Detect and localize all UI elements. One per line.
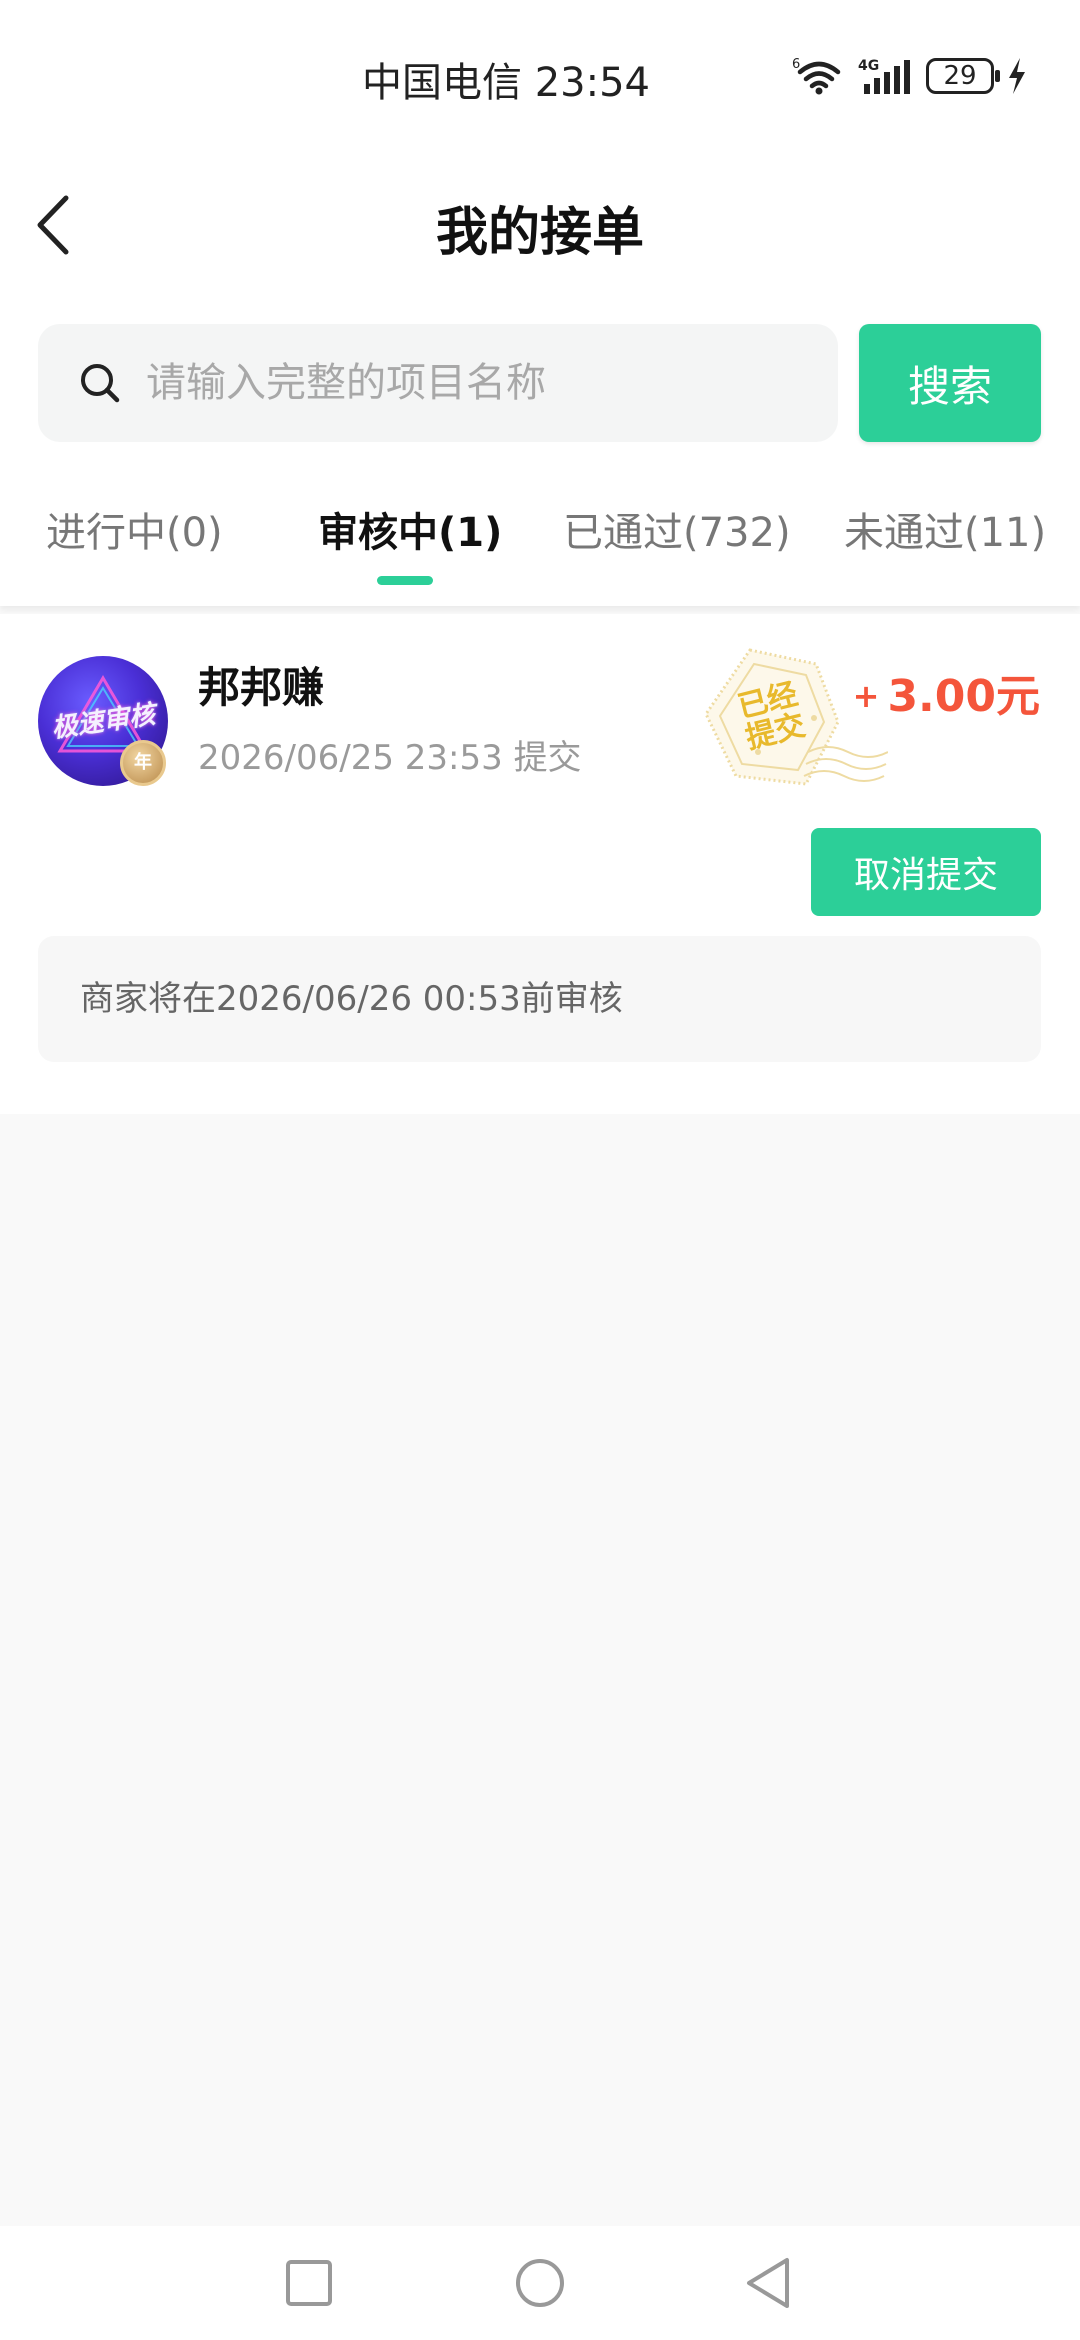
- search-icon: [81, 364, 120, 403]
- task-card[interactable]: 极速审核 年 邦邦赚 2026/06/25 23:53 提交 已经 提交 +3.…: [0, 614, 1080, 1114]
- status-carrier-time: 中国电信 23:54: [362, 60, 650, 106]
- back-nav-button[interactable]: [735, 2248, 805, 2318]
- review-deadline-notice: 商家将在2026/06/26 00:53前审核: [38, 936, 1041, 1062]
- svg-text:4G: 4G: [858, 58, 879, 74]
- tab-under-review[interactable]: 审核中(1): [318, 500, 502, 558]
- header: 我的接单: [0, 170, 1080, 280]
- status-icons: 6 4G 29: [792, 56, 1028, 96]
- tab-bar: 进行中(0) 审核中(1) 已通过(732) 未通过(11): [0, 500, 1080, 590]
- avatar: 极速审核 年: [38, 656, 168, 786]
- signal-4g-icon: 4G: [858, 58, 910, 94]
- home-button[interactable]: [505, 2248, 575, 2318]
- search-box[interactable]: [38, 324, 838, 442]
- square-recents-icon: [286, 2260, 332, 2306]
- recents-button[interactable]: [274, 2248, 344, 2318]
- amount-value: 3.00元: [887, 671, 1040, 722]
- battery-icon: 29: [926, 58, 1000, 94]
- top-area: 中国电信 23:54 6 4G 29 我的接单 请输入完整的项目名称 搜索 进行…: [0, 0, 1080, 606]
- tab-in-progress[interactable]: 进行中(0): [46, 500, 223, 558]
- amount-plus-sign: +: [852, 677, 880, 715]
- active-tab-indicator: [377, 576, 433, 585]
- status-bar: 中国电信 23:54 6 4G 29: [0, 0, 1080, 150]
- reward-amount: +3.00元: [853, 660, 1040, 724]
- svg-text:6: 6: [792, 57, 800, 72]
- search-button[interactable]: 搜索: [859, 324, 1041, 442]
- circle-home-icon: [516, 2259, 564, 2307]
- triangle-back-icon: [747, 2258, 789, 2308]
- task-submit-time: 2026/06/25 23:53 提交: [198, 738, 582, 778]
- charging-icon: [1009, 58, 1025, 94]
- wifi-icon: 6: [792, 57, 841, 95]
- tab-approved[interactable]: 已通过(732): [563, 500, 791, 558]
- page-title: 我的接单: [435, 203, 644, 263]
- medal-badge: 年: [120, 740, 166, 786]
- search-input[interactable]: [144, 359, 788, 407]
- system-nav-bar: [0, 2226, 1080, 2340]
- tab-rejected[interactable]: 未通过(11): [844, 500, 1046, 558]
- cancel-submit-button[interactable]: 取消提交: [811, 828, 1041, 916]
- task-name: 邦邦赚: [198, 663, 325, 712]
